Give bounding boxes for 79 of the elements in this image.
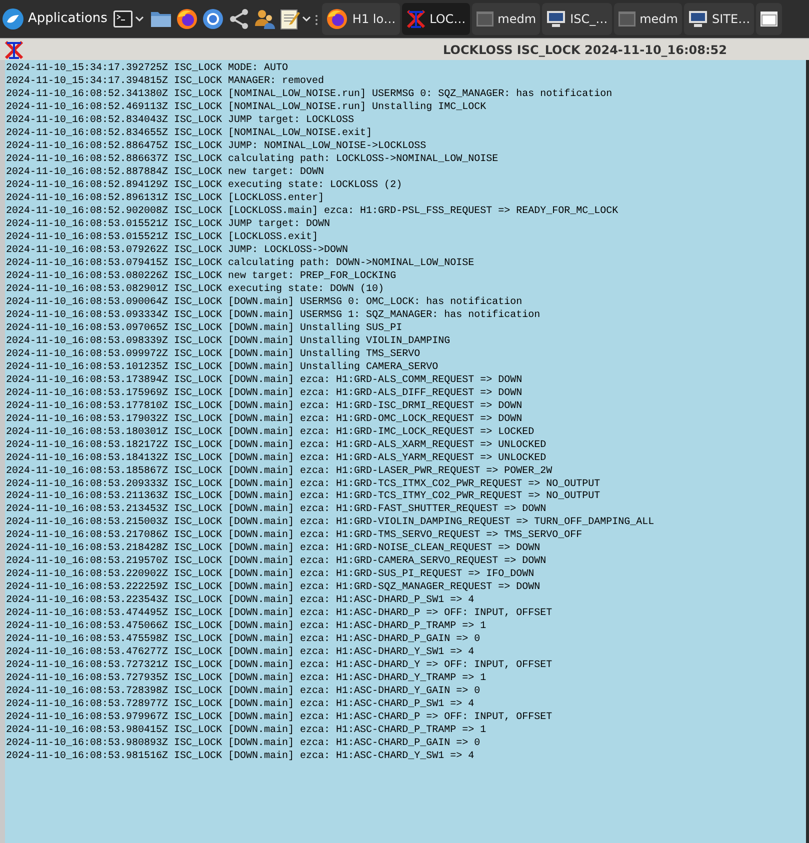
firefox-icon[interactable]: [176, 8, 198, 30]
log-line: 2024-11-10_16:08:53.727321Z ISC_LOCK [DOWN.main] ezca: H1:ASC-DHARD_Y => OFF: INPUT, OFFSET: [6, 660, 554, 672]
log-line: 2024-11-10_16:08:53.079415Z ISC_LOCK calculating path: DOWN->NOMINAL_LOW_NOISE: [6, 258, 476, 271]
log-line: 2024-11-10_16:08:52.886475Z ISC_LOCK JUMP: NOMINAL_LOW_NOISE->LOCKLOSS: [6, 140, 428, 154]
folder-icon[interactable]: [150, 10, 172, 28]
log-line: 2024-11-10_16:08:53.217086Z ISC_LOCK [DOWN.main] ezca: H1:GRD-TMS_SERVO_REQUEST => TMS_SERVO_OFF: [6, 530, 584, 542]
log-line: 2024-11-10_16:08:53.218428Z ISC_LOCK [DOWN.main] ezca: H1:GRD-NOISE_CLEAN_REQUEST => DOWN: [6, 543, 542, 556]
x-logo-icon: [406, 9, 426, 29]
task-button[interactable]: SITE…: [684, 3, 754, 35]
users-icon[interactable]: [254, 8, 276, 30]
log-line: 2024-11-10_16:08:53.098339Z ISC_LOCK [DOWN.main] Unstalling VIOLIN_DAMPING: [6, 336, 452, 348]
x-logo-icon: [4, 40, 24, 60]
log-line: 2024-11-10_16:08:53.099972Z ISC_LOCK [DOWN.main] Unstalling TMS_SERVO: [6, 348, 422, 362]
log-line: 2024-11-10_16:08:53.182172Z ISC_LOCK [DOWN.main] ezca: H1:GRD-ALS_XARM_REQUEST => UNLOCKED: [6, 440, 548, 452]
log-line: 2024-11-10_16:08:53.209333Z ISC_LOCK [DOWN.main] ezca: H1:GRD-TCS_ITMX_CO2_PWR_REQUEST => NO_OUTPUT: [6, 478, 602, 490]
window-icon: [476, 11, 494, 27]
log-line: 2024-11-10_16:08:53.222259Z ISC_LOCK [DOWN.main] ezca: H1:GRD-SQZ_MANAGER_REQUEST => DOWN: [6, 582, 542, 594]
log-line: 2024-11-10_16:08:53.213453Z ISC_LOCK [DOWN.main] ezca: H1:GRD-FAST_SHUTTER_REQUEST => DOWN: [6, 504, 548, 516]
log-line: 2024-11-10_16:08:53.079262Z ISC_LOCK JUMP: LOCKLOSS->DOWN: [6, 244, 350, 258]
log-line: 2024-11-10_16:08:53.223543Z ISC_LOCK [DOWN.main] ezca: H1:ASC-DHARD_P_SW1 => 4: [6, 595, 476, 608]
log-line: 2024-11-10_16:08:52.834655Z ISC_LOCK [NOMINAL_LOW_NOISE.exit]: [6, 128, 374, 141]
browser-icon[interactable]: [202, 8, 224, 30]
log-line: 2024-11-10_16:08:52.894129Z ISC_LOCK executing state: LOCKLOSS (2): [6, 180, 404, 192]
log-line: 2024-11-10_16:08:52.887884Z ISC_LOCK new target: DOWN: [6, 166, 326, 180]
firefox-icon: [326, 8, 348, 30]
window-icon: [618, 11, 636, 27]
log-line: 2024-11-10_16:08:53.185867Z ISC_LOCK [DOWN.main] ezca: H1:GRD-LASER_PWR_REQUEST => POWER_2W: [6, 466, 554, 478]
log-line: 2024-11-10_16:08:53.981516Z ISC_LOCK [DOWN.main] ezca: H1:ASC-CHARD_Y_SW1 => 4: [6, 751, 476, 764]
log-line: 2024-11-10_16:08:53.728977Z ISC_LOCK [DOWN.main] ezca: H1:ASC-CHARD_P_SW1 => 4: [6, 699, 476, 712]
monitor-icon: [546, 10, 566, 28]
log-line: 2024-11-10_16:08:53.211363Z ISC_LOCK [DOWN.main] ezca: H1:GRD-TCS_ITMY_CO2_PWR_REQUEST => NO_OUTPUT: [6, 491, 602, 504]
monitor-icon: [688, 10, 708, 28]
log-line: 2024-11-10_15:34:17.394815Z ISC_LOCK MANAGER: removed: [6, 76, 326, 88]
log-line: 2024-11-10_16:08:53.082901Z ISC_LOCK executing state: DOWN (10): [6, 284, 386, 296]
task-button[interactable]: LOC…: [402, 3, 470, 35]
terminal-icon[interactable]: [113, 10, 134, 28]
log-line: 2024-11-10_16:08:53.015521Z ISC_LOCK JUMP target: DOWN: [6, 218, 332, 232]
log-line: 2024-11-10_16:08:53.475598Z ISC_LOCK [DOWN.main] ezca: H1:ASC-DHARD_P_GAIN => 0: [6, 634, 482, 646]
log-line: 2024-11-10_16:08:52.834043Z ISC_LOCK JUMP target: LOCKLOSS: [6, 114, 356, 128]
log-line: 2024-11-10_16:08:52.469113Z ISC_LOCK [NOMINAL_LOW_NOISE.run] Unstalling IMC_LOCK: [6, 102, 488, 115]
log-line: 2024-11-10_16:08:53.177810Z ISC_LOCK [DOWN.main] ezca: H1:GRD-ISC_DRMI_REQUEST => DOWN: [6, 400, 524, 414]
log-line: 2024-11-10_16:08:52.886637Z ISC_LOCK calculating path: LOCKLOSS->NOMINAL_LOW_NOISE: [6, 154, 500, 167]
log-line: 2024-11-10_16:08:53.980415Z ISC_LOCK [DOWN.main] ezca: H1:ASC-CHARD_P_TRAMP => 1: [6, 725, 488, 738]
share-icon[interactable]: [228, 8, 250, 30]
window-icon: [760, 11, 778, 27]
log-line: 2024-11-10_16:08:53.101235Z ISC_LOCK [DOWN.main] Unstalling CAMERA_SERVO: [6, 362, 440, 374]
log-line: 2024-11-10_16:08:53.093334Z ISC_LOCK [DOWN.main] USERMSG 1: SQZ_MANAGER: has notification: [6, 310, 542, 322]
log-line: 2024-11-10_16:08:52.902008Z ISC_LOCK [LOCKLOSS.main] ezca: H1:GRD-PSL_FSS_REQUEST => READY_FOR_MC_LOCK: [6, 206, 620, 219]
xfce-icon: [2, 8, 24, 30]
log-line: 2024-11-10_16:08:53.728398Z ISC_LOCK [DOWN.main] ezca: H1:ASC-DHARD_Y_GAIN => 0: [6, 686, 482, 698]
log-line: 2024-11-10_16:08:53.219570Z ISC_LOCK [DOWN.main] ezca: H1:GRD-CAMERA_SERVO_REQUEST => DOWN: [6, 556, 548, 568]
log-line: 2024-11-10_16:08:53.090064Z ISC_LOCK [DOWN.main] USERMSG 0: OMC_LOCK: has notification: [6, 296, 524, 310]
log-line: 2024-11-10_16:08:53.080226Z ISC_LOCK new target: PREP_FOR_LOCKING: [6, 270, 398, 284]
log-line: 2024-11-10_16:08:53.727935Z ISC_LOCK [DOWN.main] ezca: H1:ASC-DHARD_Y_TRAMP => 1: [6, 673, 488, 686]
task-button[interactable]: medm: [614, 3, 682, 35]
log-line: 2024-11-10_16:08:53.180301Z ISC_LOCK [DOWN.main] ezca: H1:GRD-IMC_LOCK_REQUEST => LOCKED: [6, 426, 536, 440]
log-line: 2024-11-10_16:08:53.474495Z ISC_LOCK [DOWN.main] ezca: H1:ASC-DHARD_P => OFF: INPUT, OFFSET: [6, 608, 554, 620]
log-line: 2024-11-10_16:08:53.215003Z ISC_LOCK [DOWN.main] ezca: H1:GRD-VIOLIN_DAMPING_REQUEST => TURN_OFF_DAMPING_ALL: [6, 517, 656, 530]
applications-menu[interactable]: Applications: [0, 0, 112, 38]
log-line: 2024-11-10_16:08:53.097065Z ISC_LOCK [DOWN.main] Unstalling SUS_PI: [6, 322, 404, 336]
log-line: 2024-11-10_16:08:52.896131Z ISC_LOCK [LOCKLOSS.enter]: [6, 192, 326, 206]
log-line: 2024-11-10_16:08:53.184132Z ISC_LOCK [DOWN.main] ezca: H1:GRD-ALS_YARM_REQUEST => UNLOCKED: [6, 452, 548, 466]
notepad-icon[interactable]: [280, 8, 300, 30]
task-button[interactable]: ISC_…: [542, 3, 612, 35]
log-line: 2024-11-10_16:08:53.979967Z ISC_LOCK [DOWN.main] ezca: H1:ASC-CHARD_P => OFF: INPUT, OFFSET: [6, 712, 554, 724]
task-button[interactable]: [756, 3, 782, 35]
log-line: 2024-11-10_16:08:52.341380Z ISC_LOCK [NOMINAL_LOW_NOISE.run] USERMSG 0: SQZ_MANAGER: has notification: [6, 88, 614, 102]
log-line: 2024-11-10_16:08:53.173894Z ISC_LOCK [DOWN.main] ezca: H1:GRD-ALS_COMM_REQUEST => DOWN: [6, 374, 524, 388]
log-line: 2024-11-10_15:34:17.392725Z ISC_LOCK MODE: AUTO: [6, 63, 290, 76]
log-line: 2024-11-10_16:08:53.475066Z ISC_LOCK [DOWN.main] ezca: H1:ASC-DHARD_P_TRAMP => 1: [6, 621, 488, 634]
task-button[interactable]: medm: [472, 3, 540, 35]
log-line: 2024-11-10_16:08:53.220902Z ISC_LOCK [DOWN.main] ezca: H1:GRD-SUS_PI_REQUEST => IFO_DOWN: [6, 569, 536, 582]
log-line: 2024-11-10_16:08:53.476277Z ISC_LOCK [DOWN.main] ezca: H1:ASC-DHARD_Y_SW1 => 4: [6, 647, 476, 660]
window-title: LOCKLOSS ISC_LOCK 2024-11-10_16:08:52: [443, 42, 728, 58]
log-line: 2024-11-10_16:08:53.015521Z ISC_LOCK [LOCKLOSS.exit]: [6, 232, 320, 245]
task-button[interactable]: H1 lo…: [322, 3, 400, 35]
log-line: 2024-11-10_16:08:53.980893Z ISC_LOCK [DOWN.main] ezca: H1:ASC-CHARD_P_GAIN => 0: [6, 738, 482, 750]
log-line: 2024-11-10_16:08:53.179032Z ISC_LOCK [DOWN.main] ezca: H1:GRD-OMC_LOCK_REQUEST => DOWN: [6, 414, 524, 426]
log-line: 2024-11-10_16:08:53.175969Z ISC_LOCK [DOWN.main] ezca: H1:GRD-ALS_DIFF_REQUEST => DOWN: [6, 388, 524, 400]
